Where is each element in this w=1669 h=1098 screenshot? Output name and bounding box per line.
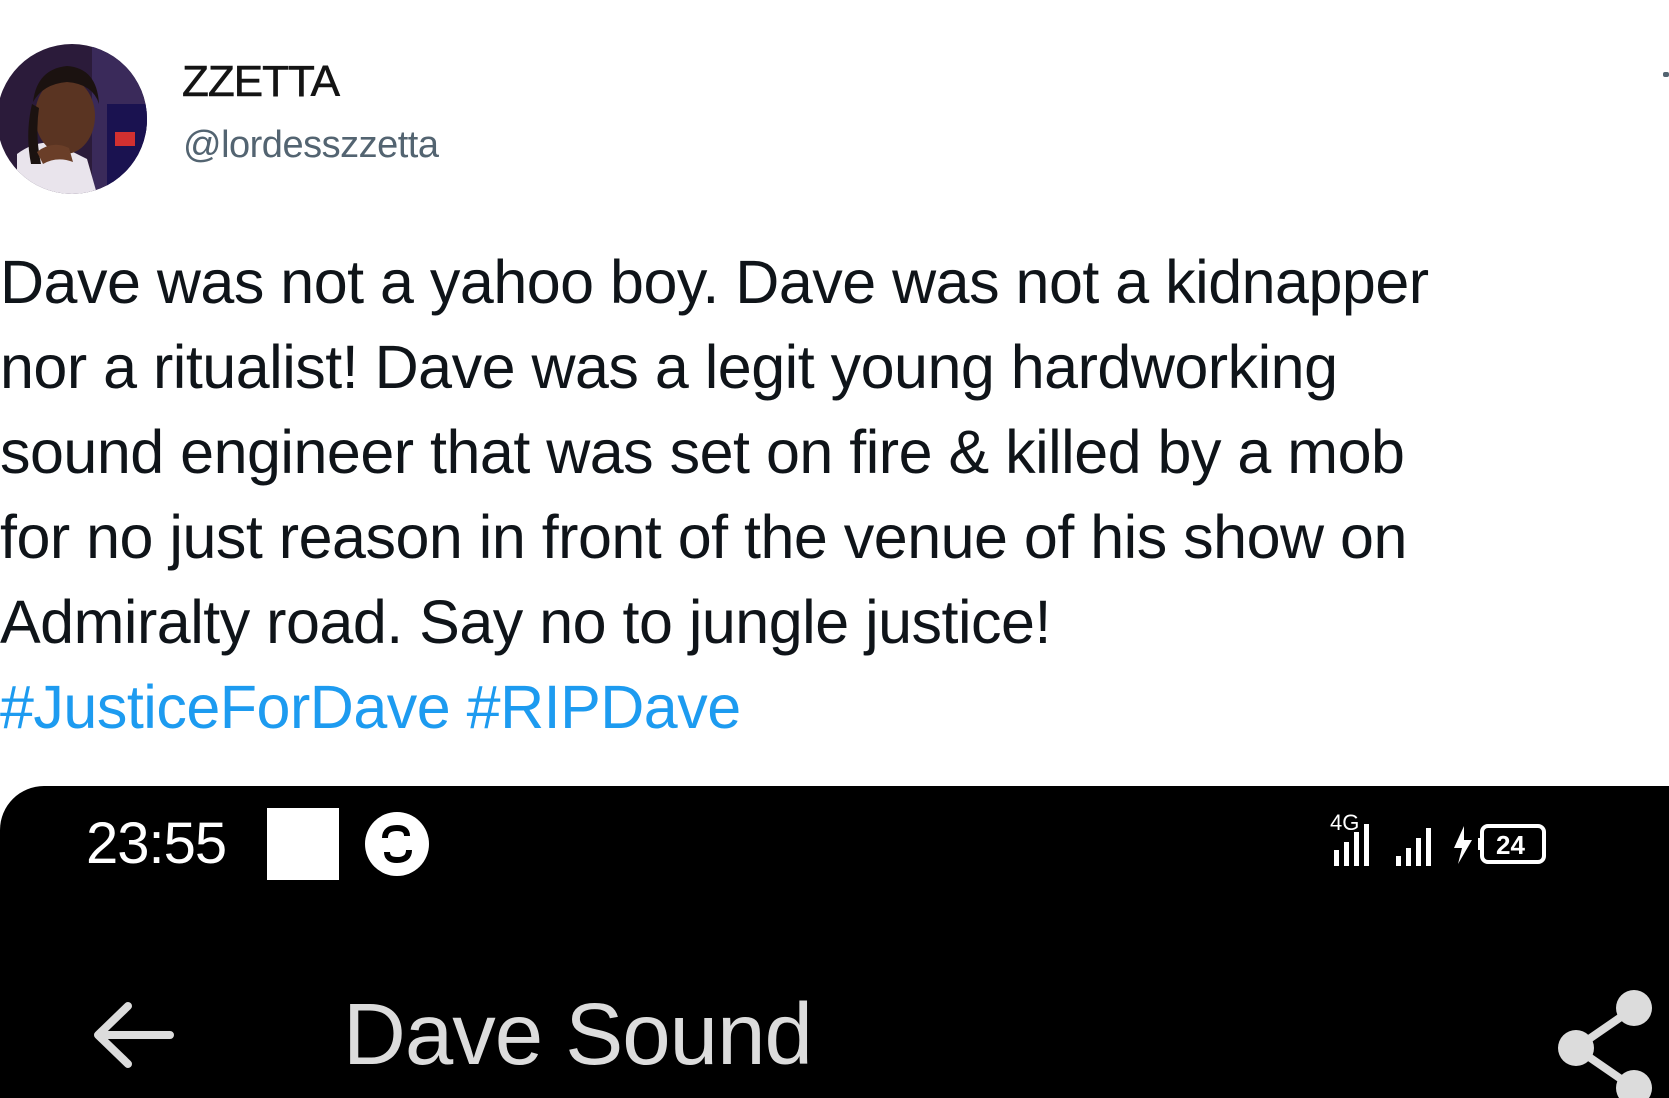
tweet-text-line: Dave was not a yahoo boy. Dave was not a… bbox=[0, 248, 1429, 316]
notification-icon bbox=[267, 808, 339, 880]
more-options-icon[interactable] bbox=[1663, 72, 1669, 77]
media-page-title: Dave Sound bbox=[343, 986, 813, 1083]
tweet-text-line: for no just reason in front of the venue… bbox=[0, 503, 1407, 571]
share-icon[interactable] bbox=[1550, 980, 1660, 1098]
user-handle[interactable]: @lordesszzetta bbox=[183, 124, 439, 167]
tweet-text-line: nor a ritualist! Dave was a legit young … bbox=[0, 333, 1338, 401]
avatar[interactable] bbox=[0, 44, 147, 194]
hashtag-list: #JusticeForDave #RIPDave bbox=[0, 665, 741, 750]
profile-photo bbox=[0, 44, 147, 194]
status-bar-indicators: 4G 24 bbox=[1330, 810, 1546, 866]
arrow-left-icon[interactable] bbox=[92, 1000, 174, 1070]
battery-level: 24 bbox=[1496, 830, 1525, 860]
hashtag-justicefordave[interactable]: #JusticeForDave bbox=[0, 673, 451, 741]
display-name[interactable]: ZZETTA bbox=[182, 57, 341, 107]
tweet-text: Dave was not a yahoo boy. Dave was not a… bbox=[0, 240, 1669, 665]
sync-icon bbox=[365, 812, 429, 876]
network-type-label: 4G bbox=[1330, 810, 1359, 835]
status-bar-time: 23:55 bbox=[86, 811, 227, 876]
tweet-text-line: Admiralty road. Say no to jungle justice… bbox=[0, 588, 1051, 656]
tweet-text-line: sound engineer that was set on fire & ki… bbox=[0, 418, 1405, 486]
hashtag-ripdave[interactable]: #RIPDave bbox=[467, 673, 742, 741]
